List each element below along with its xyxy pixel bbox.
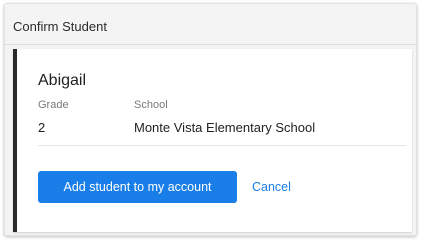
grade-label: Grade [38, 99, 69, 111]
cancel-link[interactable]: Cancel [252, 180, 291, 194]
add-student-button[interactable]: Add student to my account [38, 171, 237, 203]
title-divider [5, 44, 416, 45]
confirm-student-dialog: Confirm Student Abigail Grade School 2 M… [4, 3, 417, 236]
student-name: Abigail [38, 72, 87, 89]
card-divider [38, 145, 406, 146]
dialog-title: Confirm Student [13, 19, 107, 34]
student-card: Abigail Grade School 2 Monte Vista Eleme… [13, 49, 412, 232]
school-value: Monte Vista Elementary School [134, 120, 316, 135]
grade-value: 2 [38, 120, 46, 135]
school-label: School [134, 99, 168, 111]
